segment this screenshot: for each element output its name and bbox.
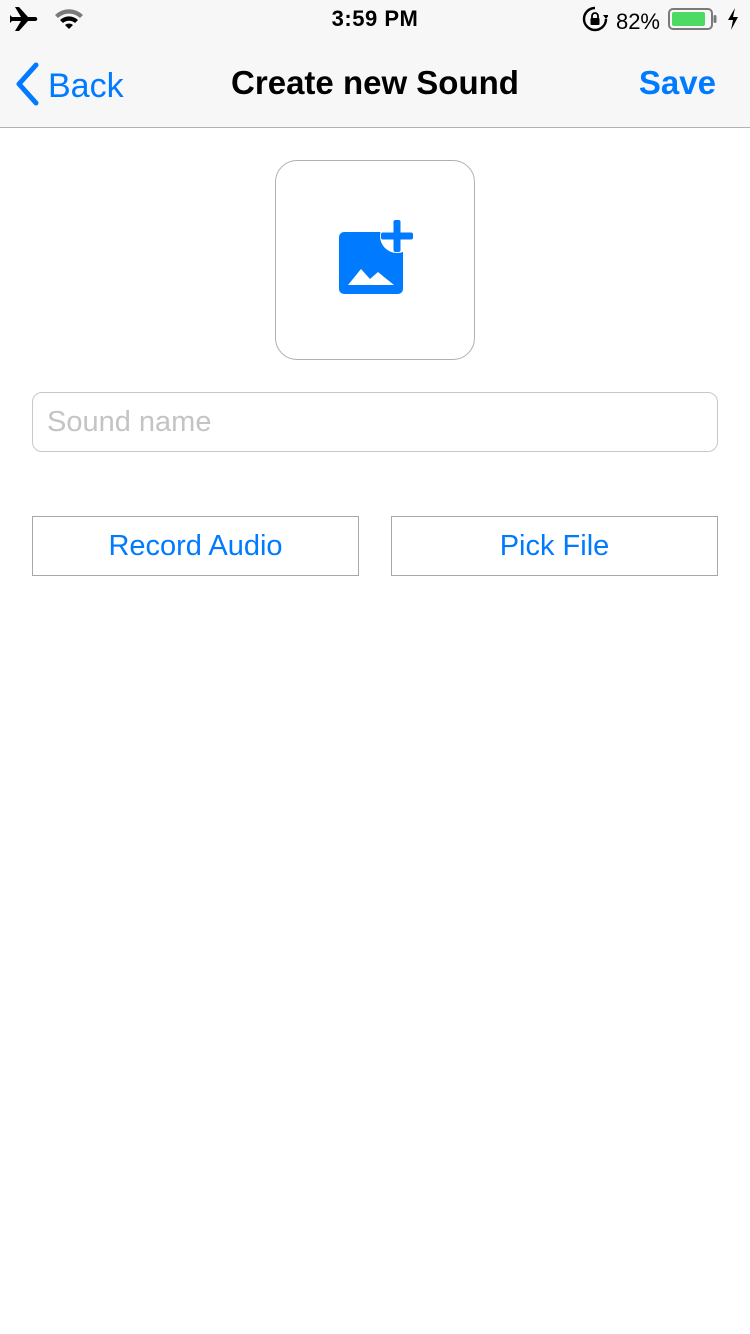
pick-file-button[interactable]: Pick File [391,516,718,576]
record-audio-button[interactable]: Record Audio [32,516,359,576]
screen: 3:59 PM 82% Back Create new Sound Save S… [0,0,750,1334]
battery-percent: 82% [615,8,660,34]
status-bar: 3:59 PM 82% [0,0,750,40]
save-button[interactable]: Save [639,64,716,102]
image-picker-button[interactable] [275,160,475,360]
navigation-bar: Back Create new Sound Save [0,40,750,128]
page-title: Create new Sound [231,64,519,101]
sound-name-input[interactable] [32,392,718,452]
battery-icon [668,7,718,36]
status-right-group: 82% [582,6,740,37]
orientation-lock-icon [582,6,609,37]
charging-bolt-icon [726,7,740,36]
add-photo-icon [335,218,415,303]
